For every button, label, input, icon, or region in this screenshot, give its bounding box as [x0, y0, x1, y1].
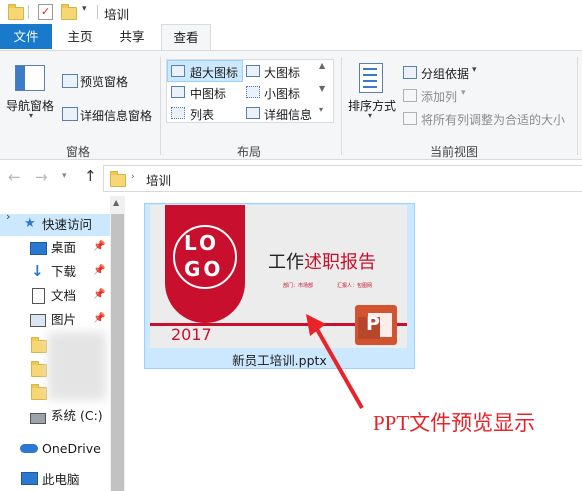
scroll-down-icon[interactable]: ▼: [319, 84, 325, 93]
folder-icon: [110, 171, 126, 187]
pin-icon[interactable]: 📌: [93, 313, 105, 324]
layout-list[interactable]: 列表: [190, 106, 214, 123]
layout-medium-icons[interactable]: 中图标: [190, 85, 226, 102]
chevron-down-icon[interactable]: ›: [6, 210, 10, 223]
group-label-panes: 窗格: [66, 145, 91, 159]
layout-extra-large-icons[interactable]: 超大图标: [190, 64, 238, 81]
desktop-icon: [30, 242, 47, 255]
annotation-caption: PPT文件预览显示: [373, 411, 536, 435]
group-divider: [160, 57, 161, 155]
small-icons-icon: [246, 86, 260, 98]
group-divider: [341, 57, 342, 155]
expand-gallery-icon[interactable]: ▾: [319, 105, 323, 114]
layout-small-icons[interactable]: 小图标: [264, 85, 300, 102]
sidebar-item-documents[interactable]: 文档: [51, 285, 76, 307]
size-columns-icon: [403, 112, 417, 125]
forward-icon[interactable]: →: [35, 168, 48, 186]
details-pane-button[interactable]: 详细信息窗格: [80, 107, 152, 124]
group-label-current-view: 当前视图: [430, 145, 479, 159]
folder-icon[interactable]: [31, 361, 47, 377]
this-pc-icon: [21, 472, 38, 485]
breadcrumb-separator-icon[interactable]: ›: [131, 172, 135, 182]
sidebar-scroll-thumb[interactable]: [111, 214, 124, 491]
navigation-pane: › ★ 快速访问 桌面 📌 ↓ 下载 📌 文档 📌 图片 📌 系统 (C:) O…: [0, 196, 125, 491]
list-icon: [171, 107, 185, 119]
ppt-logo-text-top: LO: [184, 231, 220, 255]
ppt-meta-person: 汇报人：包图网: [337, 283, 373, 289]
sidebar-item-this-pc[interactable]: 此电脑: [42, 469, 80, 491]
pin-icon[interactable]: 📌: [93, 265, 105, 276]
tab-home[interactable]: 主页: [56, 24, 104, 49]
group-label-layout: 布局: [237, 145, 262, 159]
up-icon[interactable]: ↑: [84, 167, 97, 185]
details-pane-icon[interactable]: [62, 107, 78, 121]
folder-icon[interactable]: [31, 384, 47, 400]
tab-file[interactable]: 文件: [0, 24, 52, 49]
sort-icon[interactable]: [359, 63, 383, 93]
ppt-title-part-a: 工作: [268, 252, 304, 273]
properties-icon[interactable]: ✓: [38, 4, 53, 20]
title-bar: ✓ ▾ 培训: [0, 0, 582, 24]
ppt-meta-dept: 部门：市场部: [283, 283, 314, 289]
group-by-icon: [403, 66, 417, 79]
navigation-pane-icon[interactable]: [15, 65, 45, 91]
ribbon-tabs: 文件 主页 共享 查看: [0, 24, 582, 51]
tab-view[interactable]: 查看: [161, 24, 211, 51]
ppt-year: 2017: [171, 325, 212, 344]
back-icon[interactable]: ←: [8, 168, 21, 186]
group-by-button[interactable]: 分组依据: [421, 65, 469, 82]
scroll-up-icon[interactable]: ▲: [319, 61, 325, 70]
folder-icon: [8, 4, 24, 20]
group-divider: [577, 57, 578, 155]
star-icon: ★: [24, 216, 36, 231]
tab-share[interactable]: 共享: [108, 24, 156, 49]
download-icon: ↓: [31, 262, 44, 280]
ppt-title: 工作述职报告: [268, 248, 376, 274]
breadcrumb[interactable]: 培训: [146, 170, 171, 189]
recent-locations-icon[interactable]: ▾: [62, 171, 67, 181]
new-folder-icon[interactable]: [61, 4, 77, 20]
annotation-arrow: [306, 314, 364, 409]
sidebar-item-desktop[interactable]: 桌面: [51, 237, 76, 259]
sidebar-item-quick-access[interactable]: 快速访问: [42, 214, 92, 236]
preview-pane-icon[interactable]: [62, 74, 78, 88]
blurred-region: [48, 332, 106, 400]
add-column-button[interactable]: 添加列: [421, 88, 457, 105]
medium-icons-icon: [171, 86, 185, 98]
chevron-down-icon[interactable]: ▾: [461, 88, 466, 98]
details-icon: [246, 107, 260, 119]
layout-large-icons[interactable]: 大图标: [264, 64, 300, 81]
divider: [97, 5, 98, 19]
chevron-down-icon[interactable]: ▾: [472, 65, 477, 75]
pin-icon[interactable]: 📌: [93, 289, 105, 300]
ribbon: 导航窗格 ▾ 预览窗格 详细信息窗格 窗格 超大图标 大图标 中图标 小图标 列…: [0, 50, 582, 160]
sidebar-item-onedrive[interactable]: OneDrive: [42, 438, 101, 460]
chevron-down-icon[interactable]: ▾: [29, 111, 33, 120]
address-bar: ← → ▾ ↑ › 培训: [0, 163, 582, 193]
folder-icon[interactable]: [31, 337, 47, 353]
onedrive-icon: [20, 444, 38, 453]
layout-details[interactable]: 详细信息: [264, 106, 312, 123]
pin-icon[interactable]: 📌: [93, 241, 105, 252]
ppt-logo-text-bottom: GO: [184, 257, 224, 281]
divider: [28, 5, 29, 19]
drive-icon: [30, 413, 46, 424]
ppt-title-part-b: 述职报告: [304, 252, 376, 273]
chevron-down-icon[interactable]: ▾: [368, 111, 372, 120]
pictures-icon: [30, 314, 46, 327]
sidebar-item-drive-c[interactable]: 系统 (C:): [51, 405, 103, 427]
large-icons-icon: [246, 65, 260, 77]
scroll-up-icon[interactable]: ▲: [113, 198, 119, 207]
window-title: 培训: [104, 7, 130, 22]
documents-icon: [32, 288, 45, 304]
add-column-icon: [403, 89, 417, 102]
customize-quick-access-icon[interactable]: ▾: [82, 4, 87, 14]
preview-pane-button[interactable]: 预览窗格: [80, 73, 128, 90]
sidebar-item-pictures[interactable]: 图片: [51, 309, 76, 331]
extra-large-icons-icon: [171, 65, 185, 77]
size-all-columns-button[interactable]: 将所有列调整为合适的大小: [421, 111, 565, 128]
address-field[interactable]: › 培训: [103, 165, 582, 192]
sidebar-item-downloads[interactable]: 下载: [51, 261, 76, 283]
